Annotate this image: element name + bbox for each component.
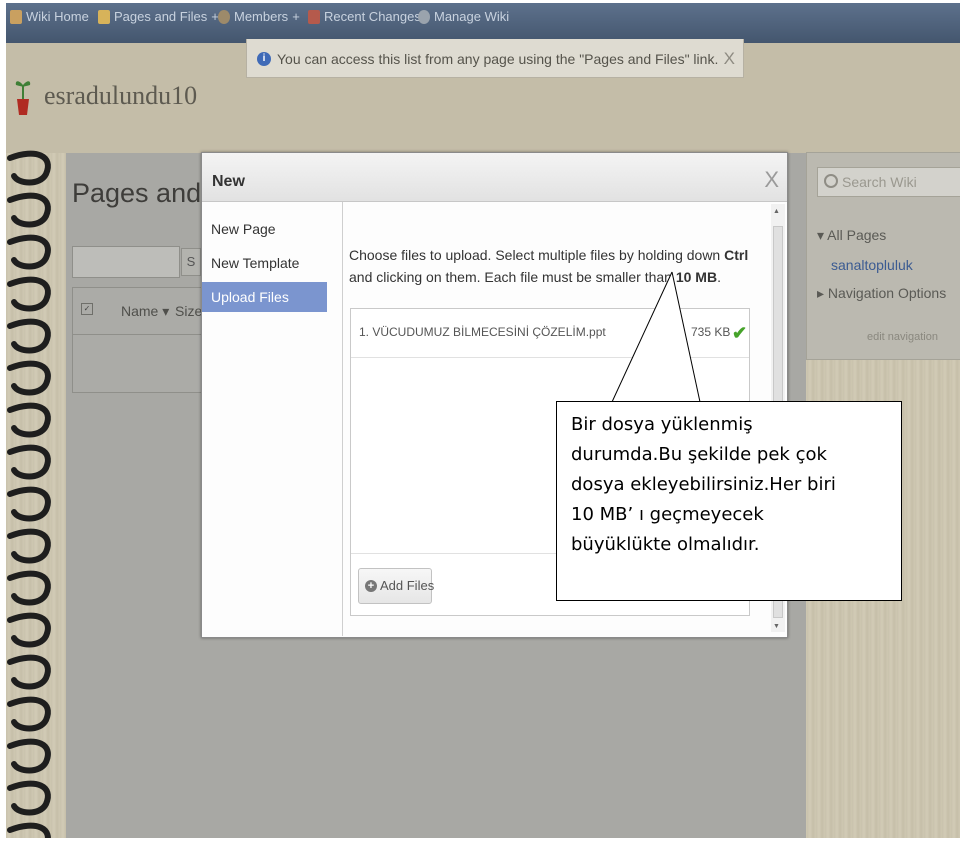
nav-manage-wiki[interactable]: Manage Wiki	[418, 9, 509, 24]
sort-icon: ▾	[162, 303, 170, 319]
background-search-button[interactable]: S	[181, 248, 201, 276]
pages-icon	[98, 9, 110, 24]
chevron-right-icon: ▸	[817, 285, 825, 301]
navigation-options-toggle[interactable]: ▸ Navigation Options	[817, 285, 946, 302]
callout-line: büyüklükte olmalıdır.	[571, 534, 760, 555]
ctrl-key-text: Ctrl	[724, 247, 749, 263]
column-size[interactable]: Size	[175, 303, 202, 319]
nav-wiki-home-label: Wiki Home	[26, 9, 89, 24]
callout-line: 10 MB’ ı geçmeyecek	[571, 504, 764, 525]
navigation-options-label: Navigation Options	[827, 285, 947, 301]
menu-item-new-page[interactable]: New Page	[202, 214, 327, 244]
nav-members[interactable]: Members +	[218, 9, 300, 24]
notice-banner: i You can access this list from any page…	[246, 39, 744, 78]
calendar-icon	[308, 9, 320, 24]
nav-wiki-home[interactable]: Wiki Home	[10, 9, 89, 24]
nav-recent-changes[interactable]: Recent Changes	[308, 9, 421, 24]
nav-manage-wiki-label: Manage Wiki	[434, 9, 510, 24]
nav-pages-and-files[interactable]: Pages and Files +	[98, 9, 219, 24]
home-icon	[10, 9, 22, 24]
dialog-menu: New Page New Template Upload Files	[202, 202, 343, 636]
search-wiki-input[interactable]: Search Wiki	[817, 167, 960, 197]
search-wiki-placeholder: Search Wiki	[842, 174, 917, 190]
callout-line: Bir dosya yüklenmiş	[571, 414, 753, 435]
file-size: 735 KB	[691, 325, 731, 339]
menu-item-upload-files[interactable]: Upload Files	[202, 282, 327, 312]
list-item: 1. VÜCUDUMUZ BİLMECESİNİ ÇÖZELİM.ppt 735…	[351, 309, 749, 358]
select-all-checkbox[interactable]: ✓	[81, 303, 93, 315]
plus-circle-icon: +	[365, 580, 377, 592]
wiki-logo-plant-icon	[15, 81, 31, 115]
column-name[interactable]: Name ▾	[121, 303, 169, 320]
dialog-title: New	[212, 173, 245, 190]
scroll-down-arrow-icon[interactable]: ▼	[773, 623, 780, 630]
nav-recent-changes-label: Recent Changes	[324, 9, 421, 24]
size-limit-text: 10 MB	[675, 269, 718, 285]
notice-close-button[interactable]: X	[724, 49, 735, 69]
add-icon: +	[292, 9, 300, 24]
scroll-up-arrow-icon[interactable]: ▲	[773, 208, 780, 215]
site-name[interactable]: esradulundu10	[44, 81, 197, 111]
chevron-down-icon: ▾	[817, 227, 825, 243]
all-pages-toggle[interactable]: ▾ All Pages	[817, 227, 886, 244]
annotation-callout: Bir dosya yüklenmiş durumda.Bu şekilde p…	[556, 401, 902, 601]
file-name: 1. VÜCUDUMUZ BİLMECESİNİ ÇÖZELİM.ppt	[359, 325, 606, 339]
checkmark-icon: ✔	[732, 323, 748, 343]
notebook-spiral-binding	[7, 150, 51, 838]
upload-instructions: Choose files to upload. Select multiple …	[349, 247, 749, 285]
add-files-button[interactable]: + Add Files	[358, 568, 435, 604]
members-icon	[218, 9, 230, 24]
files-table: ✓ Name ▾ Size	[72, 287, 204, 393]
all-pages-label: All Pages	[827, 227, 887, 243]
search-icon	[824, 174, 838, 188]
right-sidebar: Search Wiki ▾ All Pages sanaltopluluk ▸ …	[806, 152, 960, 360]
edit-navigation-link[interactable]: edit navigation	[867, 331, 938, 343]
info-icon: i	[257, 52, 271, 66]
nav-pages-and-files-label: Pages and Files	[114, 9, 208, 24]
background-search-input[interactable]	[72, 246, 180, 278]
notice-text: You can access this list from any page u…	[277, 51, 719, 67]
nav-members-label: Members	[234, 9, 289, 24]
add-files-label: Add Files	[380, 578, 435, 593]
menu-item-new-template[interactable]: New Template	[202, 248, 327, 278]
page-link-sanaltopluluk[interactable]: sanaltopluluk	[831, 257, 913, 273]
dialog-header: New X	[202, 153, 787, 202]
callout-line: durumda.Bu şekilde pek çok	[571, 444, 827, 465]
callout-line: dosya ekleyebilirsiniz.Her biri	[571, 474, 836, 495]
dialog-close-button[interactable]: X	[764, 167, 779, 193]
wiki-top-navigation: Wiki Home Pages and Files + Members + Re…	[6, 3, 960, 43]
files-table-header: ✓ Name ▾ Size	[73, 288, 203, 335]
gear-icon	[418, 9, 430, 24]
